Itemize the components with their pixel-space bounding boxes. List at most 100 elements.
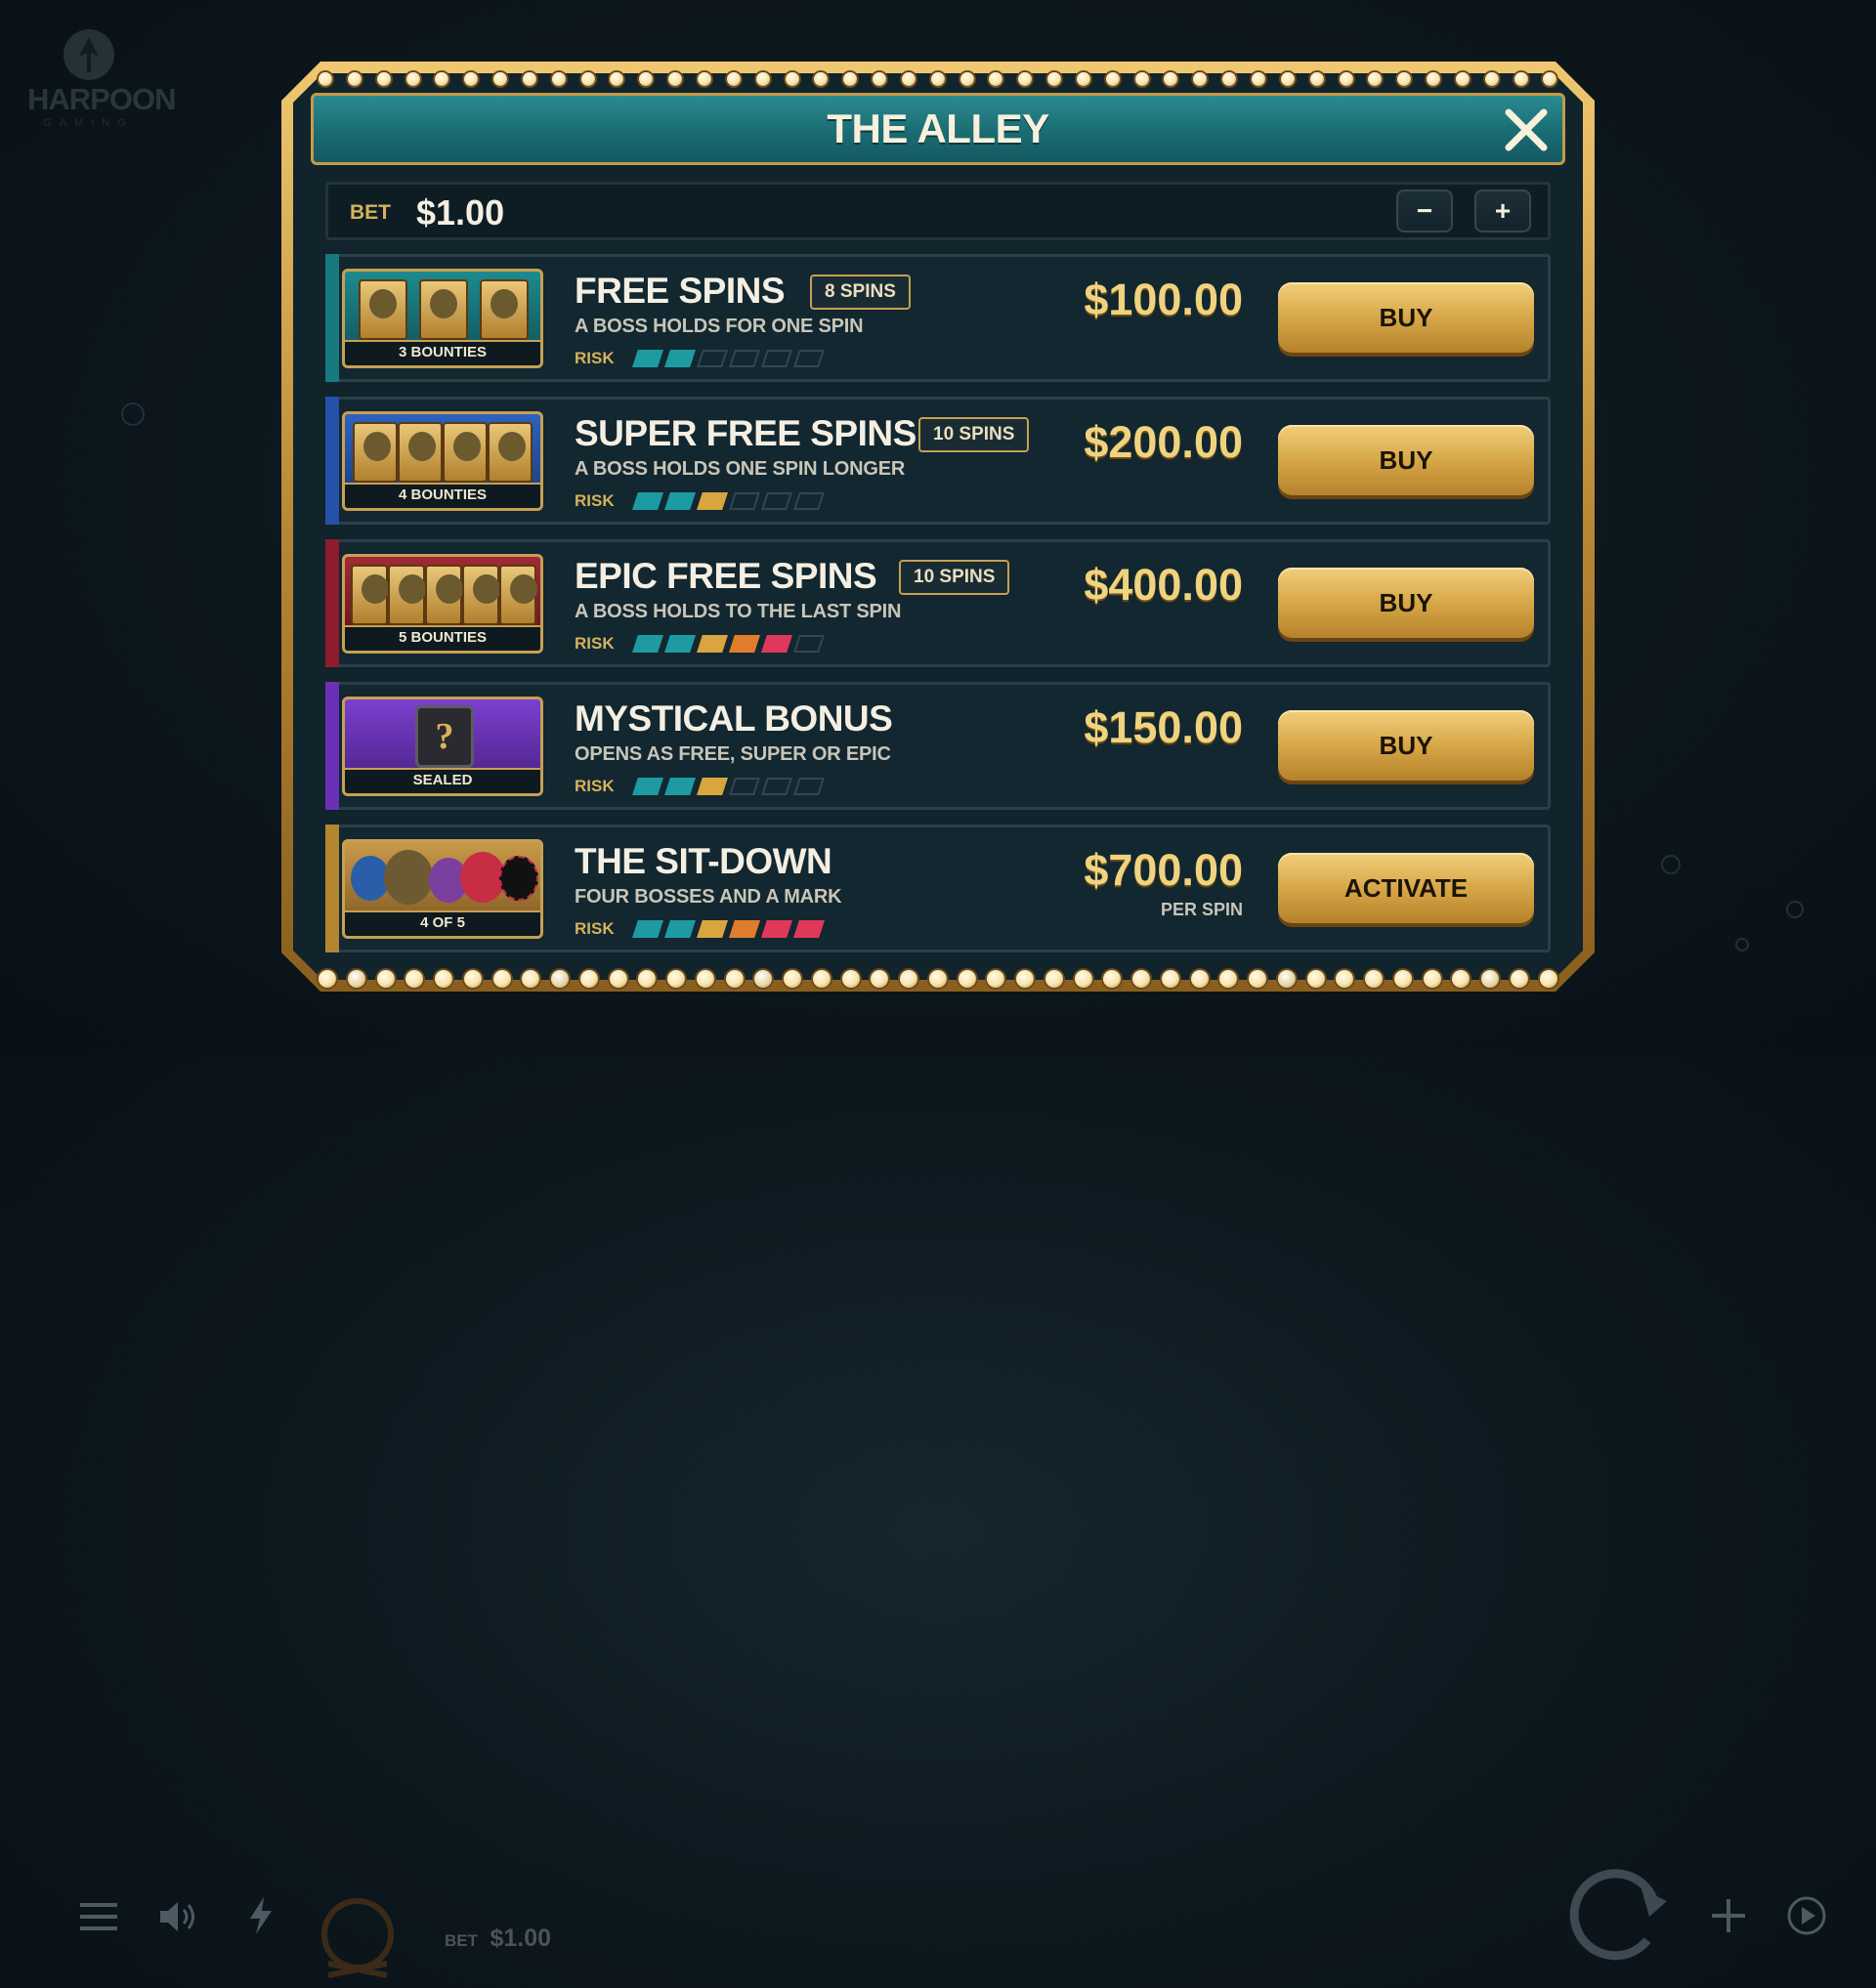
- risk-segment: [761, 350, 792, 367]
- offer-epic-free-spins: 5 BOUNTIES EPIC FREE SPINS 10 SPINS A BO…: [325, 539, 1551, 667]
- risk-segment: [664, 635, 696, 653]
- bounty-poster-icon: [488, 422, 533, 483]
- play-icon[interactable]: [1786, 1895, 1827, 1941]
- logo-name: HARPOON: [27, 82, 176, 116]
- bounty-poster-icon: [480, 279, 529, 340]
- bounty-poster-icon: [425, 565, 463, 625]
- offer-description: A BOSS HOLDS ONE SPIN LONGER: [575, 458, 906, 480]
- decrease-bet-button[interactable]: −: [1396, 190, 1453, 233]
- bet-value: $1.00: [416, 192, 505, 233]
- risk-segment: [729, 778, 760, 795]
- risk-segment: [664, 492, 696, 510]
- risk-segment: [664, 778, 696, 795]
- bottom-bet-label: BET: [445, 1931, 478, 1950]
- close-button[interactable]: [1504, 107, 1549, 152]
- risk-segment: [793, 492, 825, 510]
- risk-segment: [664, 920, 696, 938]
- sound-icon[interactable]: [158, 1899, 199, 1939]
- row-accent-stripe: [325, 254, 339, 382]
- background-bubble: [1661, 855, 1681, 874]
- increase-bet-icon[interactable]: [1712, 1899, 1745, 1937]
- autoplay-emblem-icon[interactable]: [311, 1895, 405, 1988]
- buy-super-free-spins-button[interactable]: BUY: [1278, 425, 1534, 495]
- menu-icon[interactable]: [80, 1901, 117, 1937]
- bounty-poster-icon: [462, 565, 500, 625]
- harpoon-emblem-icon: [63, 29, 114, 80]
- offer-super-free-spins: 4 BOUNTIES SUPER FREE SPINS 10 SPINS A B…: [325, 397, 1551, 525]
- thumbnail-caption: SEALED: [345, 768, 540, 793]
- offer-description: FOUR BOSSES AND A MARK: [575, 886, 842, 908]
- offer-description: OPENS AS FREE, SUPER OR EPIC: [575, 743, 891, 765]
- offer-price: $700.00: [1084, 845, 1243, 895]
- buy-mystical-bonus-button[interactable]: BUY: [1278, 710, 1534, 781]
- offer-price: $200.00: [1084, 417, 1243, 467]
- bounty-poster-icon: [359, 279, 407, 340]
- risk-label: RISK: [575, 491, 615, 510]
- bet-label: BET: [350, 201, 391, 224]
- risk-segment: [793, 635, 825, 653]
- offer-thumbnail: 4 BOUNTIES: [342, 411, 543, 511]
- harpoon-logo: HARPOON GAMING: [27, 29, 176, 129]
- thumbnail-caption: 4 BOUNTIES: [345, 483, 540, 508]
- background-bubble: [1786, 901, 1804, 918]
- risk-label: RISK: [575, 349, 615, 367]
- risk-segment: [729, 635, 760, 653]
- offer-name: SUPER FREE SPINS: [575, 413, 917, 453]
- risk-segment: [632, 492, 663, 510]
- offer-name: EPIC FREE SPINS: [575, 556, 877, 596]
- bottom-bet-value: $1.00: [490, 1925, 552, 1952]
- risk-segment: [793, 778, 825, 795]
- turbo-lightning-icon[interactable]: [248, 1897, 274, 1939]
- boss-portrait-icon: [384, 850, 433, 905]
- risk-segment: [729, 492, 760, 510]
- modal-title: THE ALLEY: [827, 106, 1049, 151]
- thumbnail-caption: 3 BOUNTIES: [345, 340, 540, 365]
- offer-name: THE SIT-DOWN: [575, 841, 832, 881]
- risk-segment: [697, 778, 728, 795]
- bounty-poster-icon: [388, 565, 426, 625]
- risk-segment: [793, 920, 825, 938]
- risk-segment: [793, 350, 825, 367]
- offer-name: FREE SPINS: [575, 271, 786, 311]
- risk-segment: [761, 778, 792, 795]
- buy-epic-free-spins-button[interactable]: BUY: [1278, 568, 1534, 638]
- empty-boss-slot-icon: [499, 856, 538, 901]
- offer-name: MYSTICAL BONUS: [575, 698, 893, 739]
- risk-segment: [632, 778, 663, 795]
- buy-free-spins-button[interactable]: BUY: [1278, 282, 1534, 353]
- risk-segment: [632, 920, 663, 938]
- activate-sit-down-button[interactable]: ACTIVATE: [1278, 853, 1534, 923]
- risk-segment: [761, 920, 792, 938]
- offer-thumbnail: 4 OF 5: [342, 839, 543, 939]
- offer-price: $100.00: [1084, 275, 1243, 324]
- risk-segment: [729, 350, 760, 367]
- thumbnail-caption: 4 OF 5: [345, 910, 540, 936]
- risk-segment: [632, 350, 663, 367]
- offer-price: $150.00: [1084, 702, 1243, 752]
- marquee-lights-bottom: [319, 963, 1557, 994]
- risk-segment: [697, 635, 728, 653]
- spin-button-icon[interactable]: [1569, 1866, 1667, 1968]
- bounty-poster-icon: [499, 565, 537, 625]
- offer-free-spins: 3 BOUNTIES FREE SPINS 8 SPINS A BOSS HOL…: [325, 254, 1551, 382]
- bounty-poster-icon: [419, 279, 468, 340]
- offer-price: $400.00: [1084, 560, 1243, 610]
- risk-segment: [697, 492, 728, 510]
- close-icon: [1505, 108, 1548, 151]
- increase-bet-button[interactable]: +: [1474, 190, 1531, 233]
- marquee-lights-top: [319, 66, 1557, 92]
- offer-the-sit-down: 4 OF 5 THE SIT-DOWN FOUR BOSSES AND A MA…: [325, 825, 1551, 952]
- bounty-poster-icon: [443, 422, 488, 483]
- modal-title-bar: THE ALLEY: [311, 93, 1565, 165]
- background-bubble: [121, 402, 145, 426]
- offer-thumbnail: ? SEALED: [342, 697, 543, 796]
- risk-segment: [697, 920, 728, 938]
- row-accent-stripe: [325, 825, 339, 952]
- row-accent-stripe: [325, 682, 339, 810]
- risk-label: RISK: [575, 634, 615, 653]
- risk-segment: [697, 350, 728, 367]
- spins-count-tag: 10 SPINS: [918, 417, 1030, 452]
- logo-subtitle: GAMING: [43, 117, 134, 129]
- risk-segment: [761, 635, 792, 653]
- mystery-card-icon: ?: [415, 705, 474, 768]
